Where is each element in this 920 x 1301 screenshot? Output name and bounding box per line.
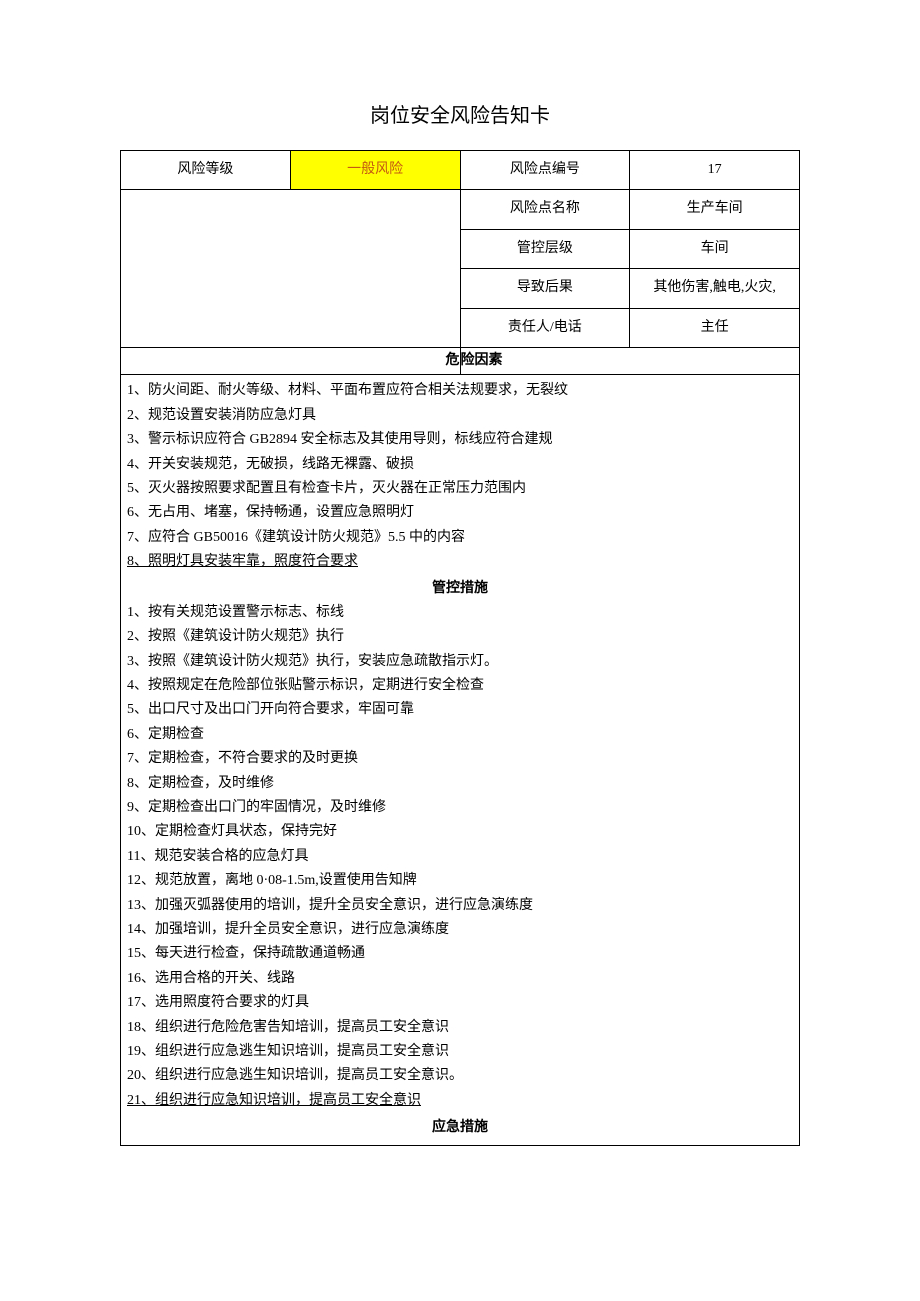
- control-item: 21、组织进行应急知识培训，提高员工安全意识: [127, 1089, 793, 1113]
- responsible-value: 主任: [630, 308, 800, 347]
- control-item: 6、定期检查: [127, 723, 793, 747]
- hazard-section: 1、防火间距、耐火等级、材料、平面布置应符合相关法规要求，无裂纹 2、规范设置安…: [120, 375, 800, 1146]
- risk-point-no-label: 风险点编号: [460, 151, 630, 190]
- control-item: 7、定期检查，不符合要求的及时更换: [127, 747, 793, 771]
- emergency-section-header: 应急措施: [127, 1113, 793, 1139]
- control-item: 12、规范放置，离地 0·08-1.5m,设置使用告知牌: [127, 869, 793, 893]
- control-level-label: 管控层级: [460, 229, 630, 268]
- responsible-label: 责任人/电话: [460, 308, 630, 347]
- control-item: 14、加强培训，提升全员安全意识，进行应急演练度: [127, 918, 793, 942]
- risk-level-label: 风险等级: [121, 151, 291, 190]
- control-item: 2、按照《建筑设计防火规范》执行: [127, 625, 793, 649]
- control-item: 4、按照规定在危险部位张贴警示标识，定期进行安全检查: [127, 674, 793, 698]
- hazard-header-right: 险因素: [461, 348, 800, 374]
- header-table: 风险等级 一般风险 风险点编号 17 风险点名称 生产车间 管控层级 车间 导致…: [120, 150, 800, 348]
- control-item: 3、按照《建筑设计防火规范》执行，安装应急疏散指示灯。: [127, 650, 793, 674]
- control-item: 1、按有关规范设置警示标志、标线: [127, 601, 793, 625]
- control-item: 11、规范安装合格的应急灯具: [127, 845, 793, 869]
- control-item: 8、定期检查，及时维修: [127, 772, 793, 796]
- hazard-item: 6、无占用、堵塞，保持畅通，设置应急照明灯: [127, 501, 793, 525]
- control-item: 15、每天进行检查，保持疏散通道畅通: [127, 942, 793, 966]
- consequence-label: 导致后果: [460, 269, 630, 308]
- control-item: 20、组织进行应急逃生知识培训，提高员工安全意识。: [127, 1064, 793, 1088]
- control-item: 17、选用照度符合要求的灯具: [127, 991, 793, 1015]
- hazard-item: 5、灭火器按照要求配置且有检查卡片，灭火器在正常压力范围内: [127, 477, 793, 501]
- hazard-item: 2、规范设置安装消防应急灯具: [127, 404, 793, 428]
- consequence-value: 其他伤害,触电,火灾,: [630, 269, 800, 308]
- hazard-item: 8、照明灯具安装牢靠，照度符合要求: [127, 550, 793, 574]
- hazard-item: 7、应符合 GB50016《建筑设计防火规范》5.5 中的内容: [127, 526, 793, 550]
- control-item: 13、加强灭弧器使用的培训，提升全员安全意识，进行应急演练度: [127, 894, 793, 918]
- hazard-header-left: 危: [121, 348, 461, 374]
- page-title: 岗位安全风险告知卡: [120, 100, 800, 132]
- hazard-section-header: 危 险因素: [120, 348, 800, 375]
- control-level-value: 车间: [630, 229, 800, 268]
- hazard-item: 1、防火间距、耐火等级、材料、平面布置应符合相关法规要求，无裂纹: [127, 379, 793, 403]
- risk-point-no-value: 17: [630, 151, 800, 190]
- control-section-header: 管控措施: [127, 574, 793, 600]
- control-item: 10、定期检查灯具状态，保持完好: [127, 820, 793, 844]
- risk-point-name-value: 生产车间: [630, 190, 800, 229]
- risk-point-name-label: 风险点名称: [460, 190, 630, 229]
- control-item: 5、出口尺寸及出口门开向符合要求，牢固可靠: [127, 698, 793, 722]
- hazard-item: 4、开关安装规范，无破损，线路无裸露、破损: [127, 453, 793, 477]
- hazard-item: 3、警示标识应符合 GB2894 安全标志及其使用导则，标线应符合建规: [127, 428, 793, 452]
- image-placeholder: [121, 190, 461, 348]
- control-item: 19、组织进行应急逃生知识培训，提高员工安全意识: [127, 1040, 793, 1064]
- control-item: 16、选用合格的开关、线路: [127, 967, 793, 991]
- control-item: 9、定期检查出口门的牢固情况，及时维修: [127, 796, 793, 820]
- control-item: 18、组织进行危险危害告知培训，提高员工安全意识: [127, 1016, 793, 1040]
- risk-level-value: 一般风险: [290, 151, 460, 190]
